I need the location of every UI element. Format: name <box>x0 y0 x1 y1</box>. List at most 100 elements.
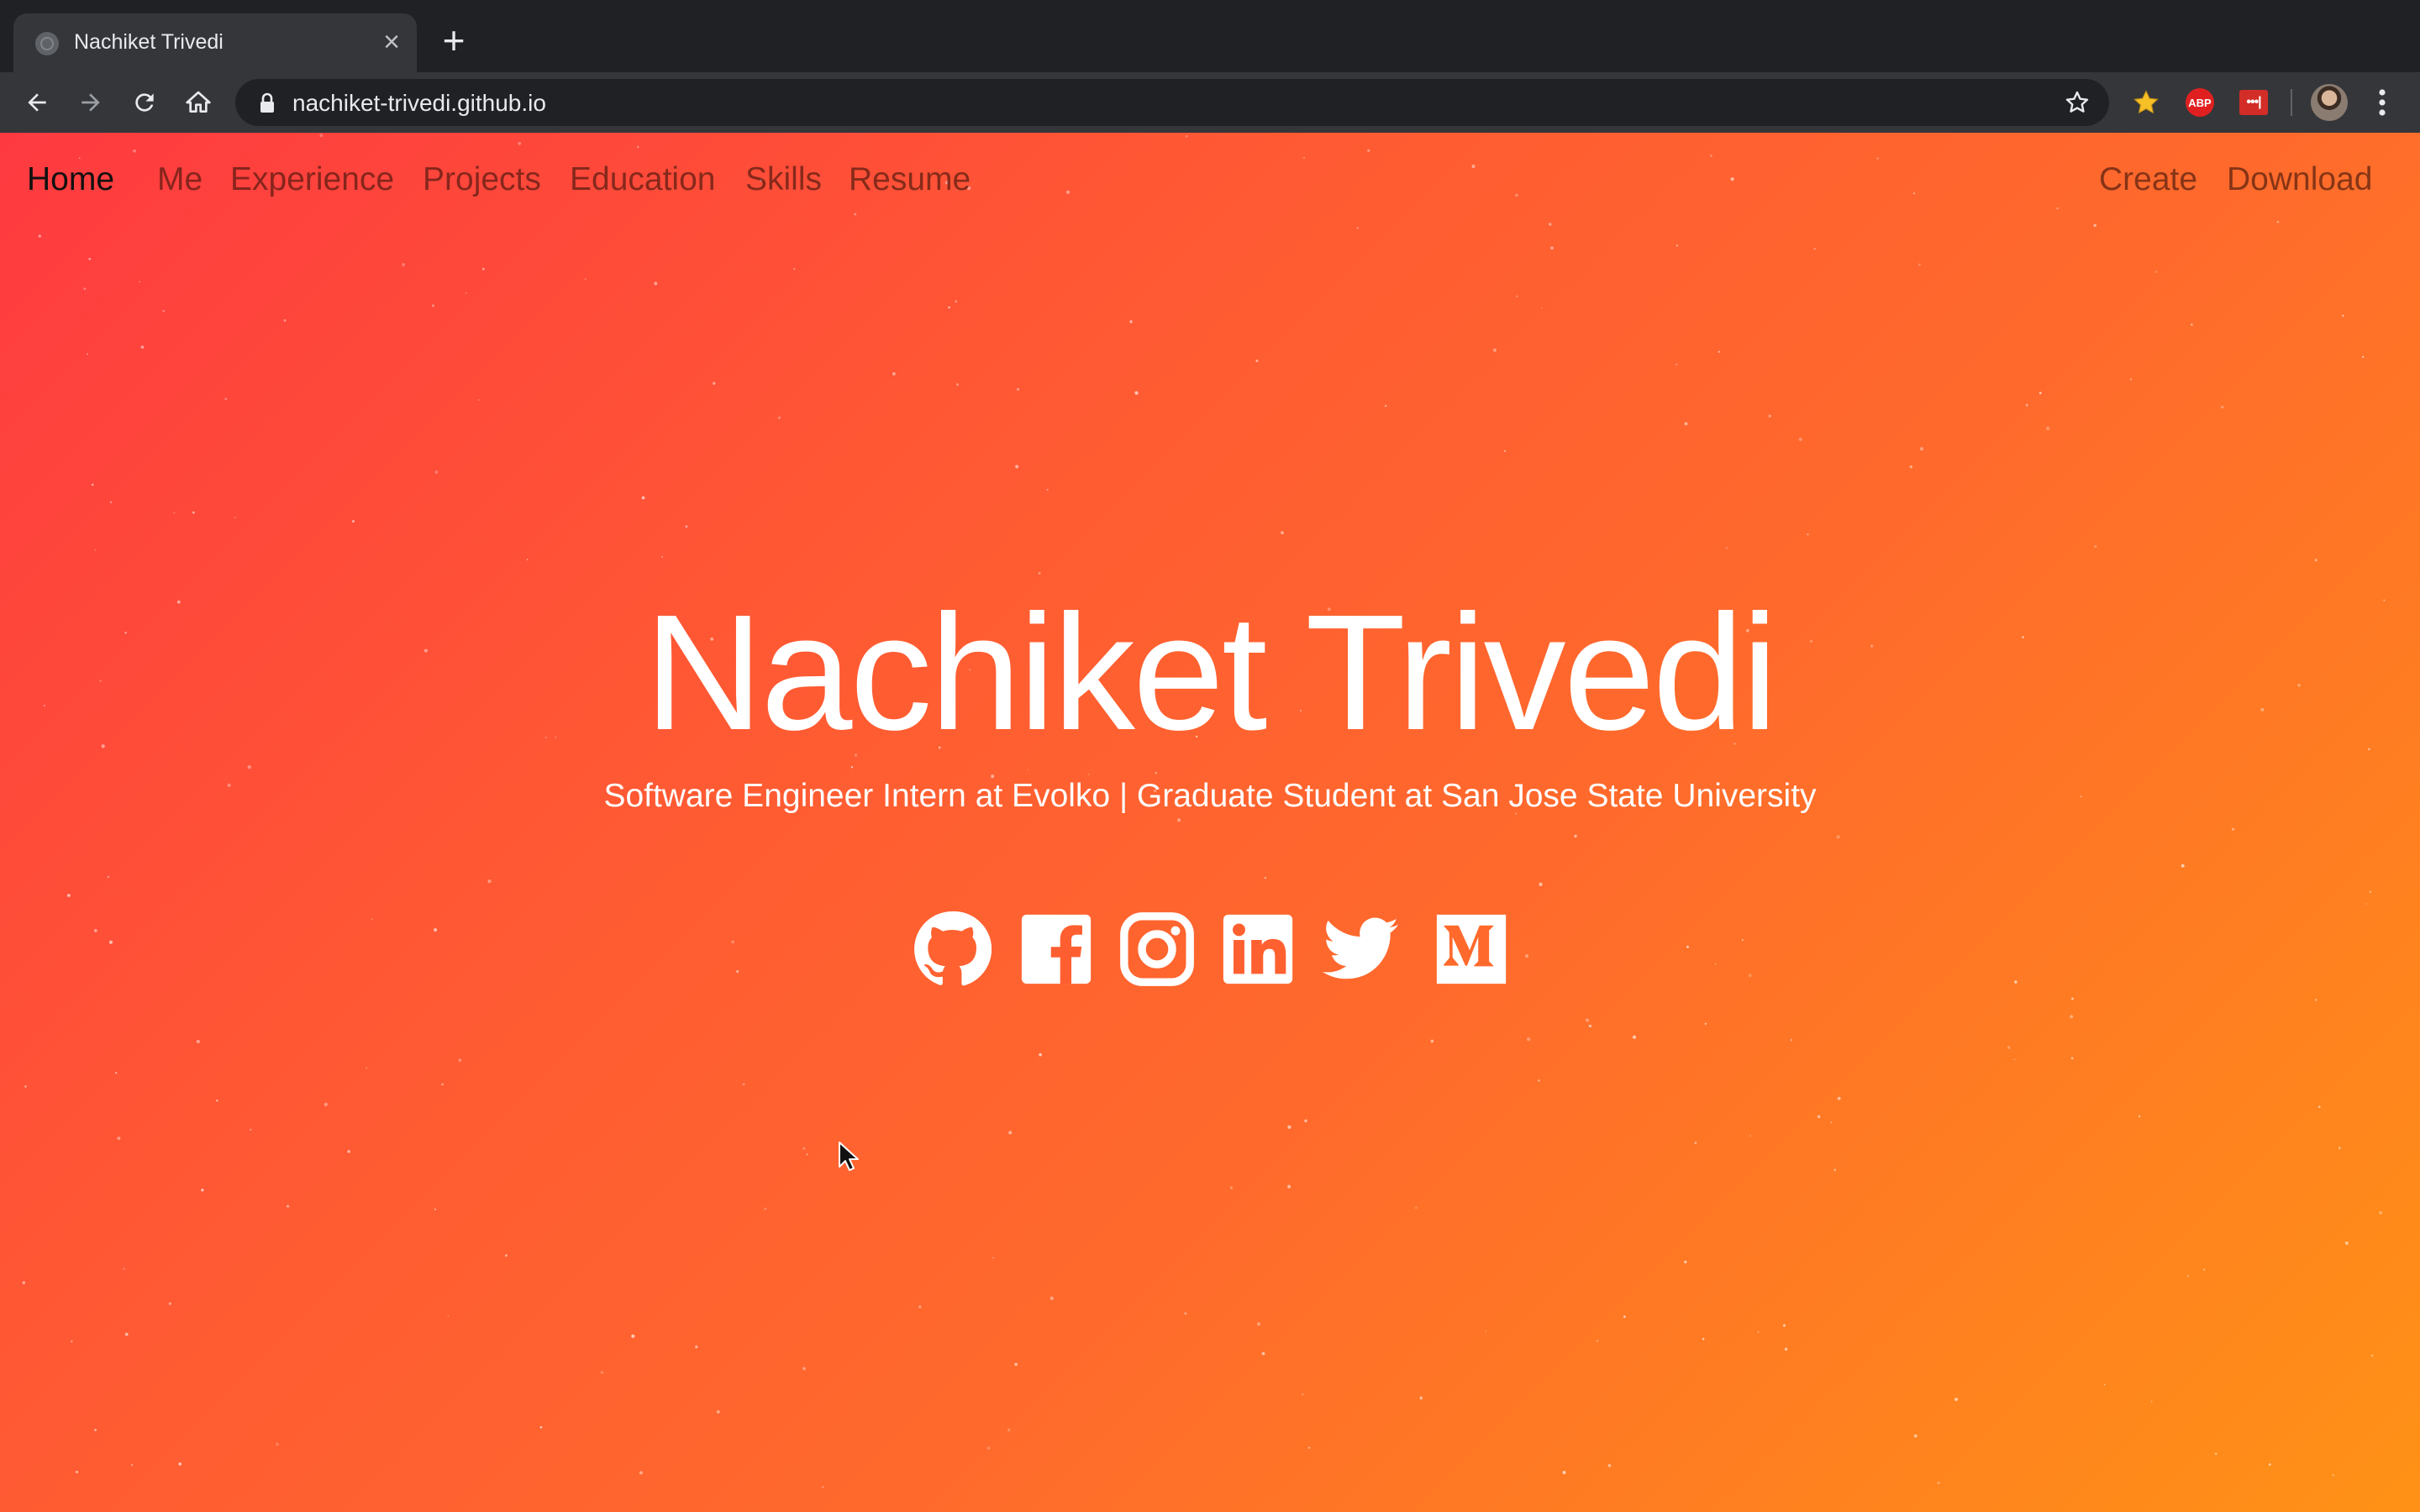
star-particle <box>1504 450 1506 452</box>
star-particle <box>1913 1434 1918 1438</box>
star-particle <box>441 1083 444 1086</box>
star-particle <box>1694 1142 1697 1145</box>
browser-toolbar: nachiket-trivedi.github.io ABP •••| <box>0 72 2420 133</box>
more-menu-icon[interactable] <box>2368 84 2396 121</box>
lastpass-icon[interactable]: •••| <box>2237 86 2270 119</box>
star-particle <box>1430 1039 1434 1043</box>
star-particle <box>1177 818 1181 822</box>
star-particle <box>1261 1352 1265 1356</box>
star-particle <box>731 940 734 944</box>
github-icon[interactable] <box>913 910 992 989</box>
star-particle <box>1757 1331 1760 1333</box>
star-particle <box>2181 864 2185 868</box>
linkedin-icon[interactable] <box>1218 910 1297 989</box>
instagram-icon[interactable] <box>1118 910 1197 989</box>
star-particle <box>2070 1015 2074 1019</box>
star-particle <box>2103 1383 2106 1386</box>
star-particle <box>1714 963 1717 965</box>
star-particle <box>1741 938 1744 941</box>
star-particle <box>2342 314 2344 318</box>
forward-arrow-icon[interactable] <box>71 82 111 123</box>
nav-home-link[interactable]: Home <box>27 161 114 198</box>
star-particle <box>2129 378 2133 381</box>
star-particle <box>695 1345 698 1349</box>
twitter-icon[interactable] <box>1321 910 1400 989</box>
star-particle <box>2379 1210 2383 1215</box>
star-particle <box>600 1371 603 1374</box>
star-particle <box>1798 438 1802 441</box>
star-particle <box>1287 1125 1292 1129</box>
medium-icon[interactable] <box>1432 910 1511 989</box>
profile-avatar[interactable] <box>2311 84 2348 121</box>
nav-link-create[interactable]: Create <box>2099 161 2197 198</box>
star-particle <box>1574 834 1577 838</box>
star-particle <box>1684 1260 1687 1264</box>
new-tab-button[interactable]: + <box>434 20 474 60</box>
nav-link-projects[interactable]: Projects <box>423 161 541 198</box>
nav-link-education[interactable]: Education <box>570 161 715 198</box>
adblock-icon[interactable]: ABP <box>2183 86 2217 119</box>
star-particle <box>1385 405 1387 407</box>
nav-link-experience[interactable]: Experience <box>230 161 394 198</box>
star-particle <box>139 281 141 283</box>
star-particle <box>1784 1347 1788 1351</box>
star-particle <box>481 267 485 270</box>
star-particle <box>1302 1393 1304 1396</box>
globe-icon <box>35 32 59 55</box>
site-navbar: Home Me Experience Projects Education Sk… <box>0 133 2420 237</box>
star-particle <box>224 397 228 401</box>
star-particles-background <box>22 134 2386 1488</box>
star-particle <box>1304 1119 1307 1123</box>
star-particle <box>1538 1079 1540 1082</box>
star-particle <box>2317 1105 2321 1109</box>
star-particle <box>2094 545 2097 549</box>
star-particle <box>956 383 959 386</box>
star-particle <box>371 918 373 921</box>
star-particle <box>324 1102 328 1106</box>
star-particle <box>1782 1324 1786 1327</box>
nav-link-skills[interactable]: Skills <box>745 161 822 198</box>
star-particle <box>124 1332 129 1336</box>
star-particle <box>654 281 658 286</box>
star-particle <box>2314 559 2317 562</box>
star-particle <box>366 1067 367 1069</box>
nav-link-me[interactable]: Me <box>157 161 203 198</box>
star-particle <box>1229 1186 1233 1189</box>
star-particle <box>1937 1481 1940 1484</box>
star-particle <box>287 1205 290 1208</box>
back-arrow-icon[interactable] <box>17 82 57 123</box>
star-particle <box>526 559 529 560</box>
star-particle <box>2013 1058 2016 1060</box>
star-particle <box>22 1281 26 1284</box>
nav-link-resume[interactable]: Resume <box>849 161 971 198</box>
star-particle <box>107 875 110 879</box>
close-tab-icon[interactable]: × <box>376 27 407 57</box>
star-particle <box>764 1207 767 1210</box>
facebook-icon[interactable] <box>1017 910 1096 989</box>
star-particle <box>712 381 716 386</box>
star-particle <box>434 928 438 932</box>
bookmark-star-icon[interactable] <box>2064 89 2091 116</box>
star-particle <box>71 1340 73 1342</box>
star-particle <box>1008 1131 1013 1135</box>
star-particle <box>802 1367 806 1371</box>
browser-tab[interactable]: Nachiket Trivedi × <box>13 13 417 72</box>
star-particle <box>1718 350 1721 354</box>
star-particle <box>465 292 467 294</box>
home-icon[interactable] <box>178 82 218 123</box>
star-particle <box>1768 414 1771 417</box>
star-particle <box>892 372 896 375</box>
star-particle <box>1485 1331 1487 1332</box>
address-bar[interactable]: nachiket-trivedi.github.io <box>235 79 2109 126</box>
star-particle <box>347 1150 350 1153</box>
star-particle <box>822 1486 824 1488</box>
nav-link-download[interactable]: Download <box>2227 161 2372 198</box>
reload-icon[interactable] <box>124 82 165 123</box>
star-particle <box>1539 882 1543 886</box>
star-particle <box>93 929 97 932</box>
star-particle <box>2344 1241 2349 1245</box>
favorites-extension-icon[interactable] <box>2129 86 2163 119</box>
star-particle <box>1419 1396 1423 1399</box>
star-particle <box>539 1425 543 1429</box>
hero-subtitle: Software Engineer Intern at Evolko | Gra… <box>603 778 1817 814</box>
